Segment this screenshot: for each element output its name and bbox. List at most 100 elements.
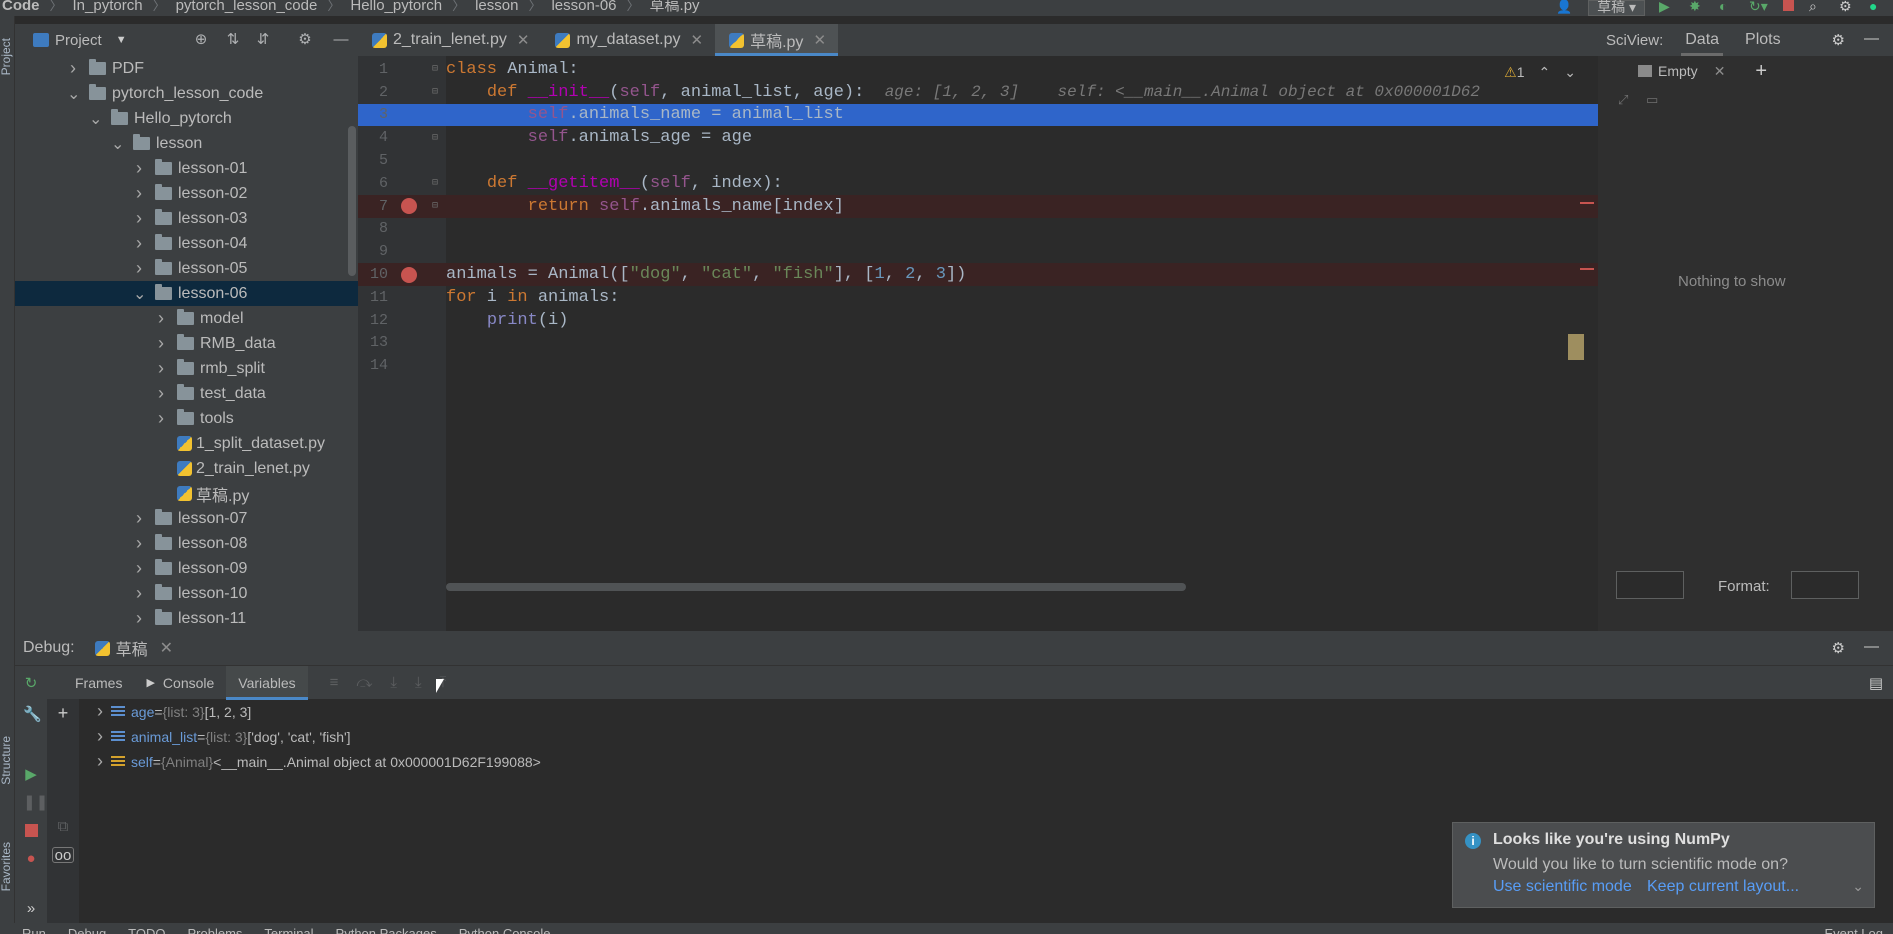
tab-plots[interactable]: Plots — [1741, 24, 1785, 56]
tree-item[interactable]: 1_split_dataset.py — [15, 431, 358, 456]
tree-item[interactable]: › lesson-09 — [15, 556, 358, 581]
breakpoint-icon[interactable] — [401, 266, 417, 283]
code-line[interactable]: 9 — [358, 240, 1598, 263]
tree-item[interactable]: › model — [15, 306, 358, 331]
add-tab-icon[interactable]: + — [1755, 60, 1767, 83]
project-panel-title[interactable]: Project — [55, 32, 102, 49]
code-line[interactable]: 7 ⊟ return self.animals_name[index] — [358, 194, 1598, 218]
breadcrumb-item[interactable]: lesson — [475, 0, 518, 13]
tree-item[interactable]: › rmb_split — [15, 356, 358, 381]
settings-gear-icon[interactable]: ⚙ — [1832, 639, 1845, 657]
profile-icon[interactable]: ↻▾ — [1749, 0, 1768, 14]
error-stripe-mark[interactable] — [1580, 268, 1594, 270]
chevron-right-icon[interactable]: › — [133, 533, 145, 554]
breakpoint-icon[interactable] — [401, 198, 417, 215]
structure-tool-tab[interactable]: Structure — [0, 736, 13, 785]
tree-item[interactable]: › test_data — [15, 381, 358, 406]
tab-console[interactable]: ▶ Console — [134, 666, 226, 700]
chevron-right-icon[interactable]: › — [93, 726, 107, 747]
fold-icon[interactable]: ⊟ — [432, 86, 438, 98]
editor-tab[interactable]: my_dataset.py ✕ — [541, 24, 715, 56]
breadcrumb-item[interactable]: In_pytorch — [73, 0, 143, 13]
error-stripe-mark[interactable] — [1580, 202, 1594, 204]
stop-icon[interactable] — [23, 823, 39, 839]
chevron-right-icon[interactable]: › — [155, 383, 167, 404]
debug-session-tab[interactable]: 草稿 ✕ — [94, 636, 173, 660]
use-scientific-mode-link[interactable]: Use scientific mode — [1493, 878, 1632, 896]
expand-all-icon[interactable]: ⇅ — [225, 32, 241, 48]
bottom-tool-tab[interactable]: Debug — [68, 923, 106, 934]
variable-row[interactable]: › animal_list = {list: 3} ['dog', 'cat', … — [79, 724, 1579, 749]
editor-tab[interactable]: 草稿.py ✕ — [715, 24, 839, 56]
code-line[interactable]: 5 — [358, 149, 1598, 172]
debug-icon[interactable]: ✸ — [1689, 0, 1707, 14]
tab-data[interactable]: Data — [1681, 24, 1723, 56]
expand-icon[interactable]: ⤢ — [1618, 92, 1628, 108]
chevron-down-icon[interactable]: ⌄ — [1564, 64, 1576, 81]
project-tool-tab[interactable]: Project — [0, 38, 13, 75]
tree-item[interactable]: ⌄ pytorch_lesson_code — [15, 81, 358, 106]
coverage-icon[interactable]: ◐ — [1719, 0, 1737, 14]
tree-item[interactable]: › lesson-01 — [15, 156, 358, 181]
settings-gear-icon[interactable]: ⚙ — [297, 32, 313, 48]
wrench-icon[interactable]: 🔧 — [23, 707, 42, 723]
chevron-down-icon[interactable]: ⌄ — [111, 134, 124, 154]
code-line[interactable]: 14 — [358, 354, 1598, 377]
format-field[interactable] — [1791, 571, 1859, 599]
tree-item[interactable]: › lesson-02 — [15, 181, 358, 206]
close-icon[interactable]: ✕ — [160, 638, 173, 658]
keep-current-layout-link[interactable]: Keep current layout... — [1647, 878, 1799, 896]
tree-item[interactable]: › lesson-04 — [15, 231, 358, 256]
collapse-all-icon[interactable]: ⇵ — [255, 32, 271, 48]
chevron-right-icon[interactable]: › — [155, 308, 167, 329]
fold-icon[interactable]: ⊟ — [432, 177, 438, 189]
chevron-down-icon[interactable]: ▼ — [116, 34, 127, 46]
tree-item[interactable]: ⌄ lesson — [15, 131, 358, 156]
hide-panel-icon[interactable]: — — [1864, 30, 1879, 47]
rerun-icon[interactable]: ↻ — [15, 674, 47, 692]
fold-icon[interactable]: ⊟ — [432, 132, 438, 144]
view-breakpoints-icon[interactable]: ● — [23, 851, 39, 867]
code-line[interactable]: 10 animals = Animal(["dog", "cat", "fish"… — [358, 263, 1598, 286]
close-icon[interactable]: ✕ — [813, 31, 826, 49]
stop-icon[interactable] — [1779, 0, 1797, 14]
glasses-icon[interactable]: oo — [52, 847, 74, 864]
close-icon[interactable]: ✕ — [691, 31, 704, 49]
bottom-tool-tab[interactable]: Python Packages — [336, 923, 437, 934]
warning-indicator[interactable]: ⚠1 — [1504, 64, 1524, 81]
breadcrumb-item[interactable]: 草稿.py — [650, 0, 700, 13]
inspection-widget[interactable]: ⚠1 ⌃ ⌄ — [1504, 64, 1576, 81]
pause-icon[interactable]: ❚❚ — [23, 795, 48, 811]
search-icon[interactable]: ⌕ — [1809, 0, 1827, 14]
breadcrumb-item[interactable]: Code — [2, 0, 40, 13]
tree-item[interactable]: ⌄ Hello_pytorch — [15, 106, 358, 131]
locate-file-icon[interactable]: ⊕ — [193, 32, 209, 48]
chevron-down-icon[interactable]: ⌄ — [89, 109, 102, 129]
chevron-right-icon[interactable]: › — [67, 58, 79, 79]
tree-item[interactable]: 草稿.py — [15, 481, 358, 506]
more-icon[interactable]: » — [23, 901, 39, 917]
bottom-tool-tab[interactable]: Terminal — [264, 923, 313, 934]
code-editor[interactable]: 1 ⊟ class Animal: 2 ⊟ def __init__(self, ani… — [358, 56, 1598, 631]
run-icon[interactable]: ▶ — [1659, 0, 1677, 14]
chevron-right-icon[interactable]: › — [155, 333, 167, 354]
chevron-right-icon[interactable]: › — [133, 158, 145, 179]
tab-variables[interactable]: Variables — [226, 665, 308, 700]
chevron-right-icon[interactable]: › — [93, 751, 107, 772]
user-icon[interactable]: 👤▾ — [1556, 0, 1574, 16]
slice-field[interactable] — [1616, 571, 1684, 599]
chevron-right-icon[interactable]: › — [93, 701, 107, 722]
tree-item[interactable]: › PDF — [15, 56, 358, 81]
code-line[interactable]: 4 ⊟ self.animals_age = age — [358, 126, 1598, 149]
tab-empty[interactable]: Empty ✕ — [1638, 63, 1725, 80]
code-line[interactable]: 2 ⊟ def __init__(self, animal_list, age):… — [358, 81, 1598, 104]
fold-icon[interactable]: ⊟ — [432, 63, 438, 75]
code-line[interactable]: 11 for i in animals: — [358, 286, 1598, 309]
breadcrumb-item[interactable]: pytorch_lesson_code — [176, 0, 318, 13]
code-line[interactable]: 13 — [358, 332, 1598, 355]
favorites-tool-tab[interactable]: Favorites — [0, 842, 13, 891]
layout-icon[interactable]: ▭ — [1646, 92, 1658, 108]
tab-frames[interactable]: Frames — [63, 666, 134, 700]
variable-row[interactable]: › age = {list: 3} [1, 2, 3] — [79, 699, 1579, 724]
tree-item[interactable]: › lesson-03 — [15, 206, 358, 231]
